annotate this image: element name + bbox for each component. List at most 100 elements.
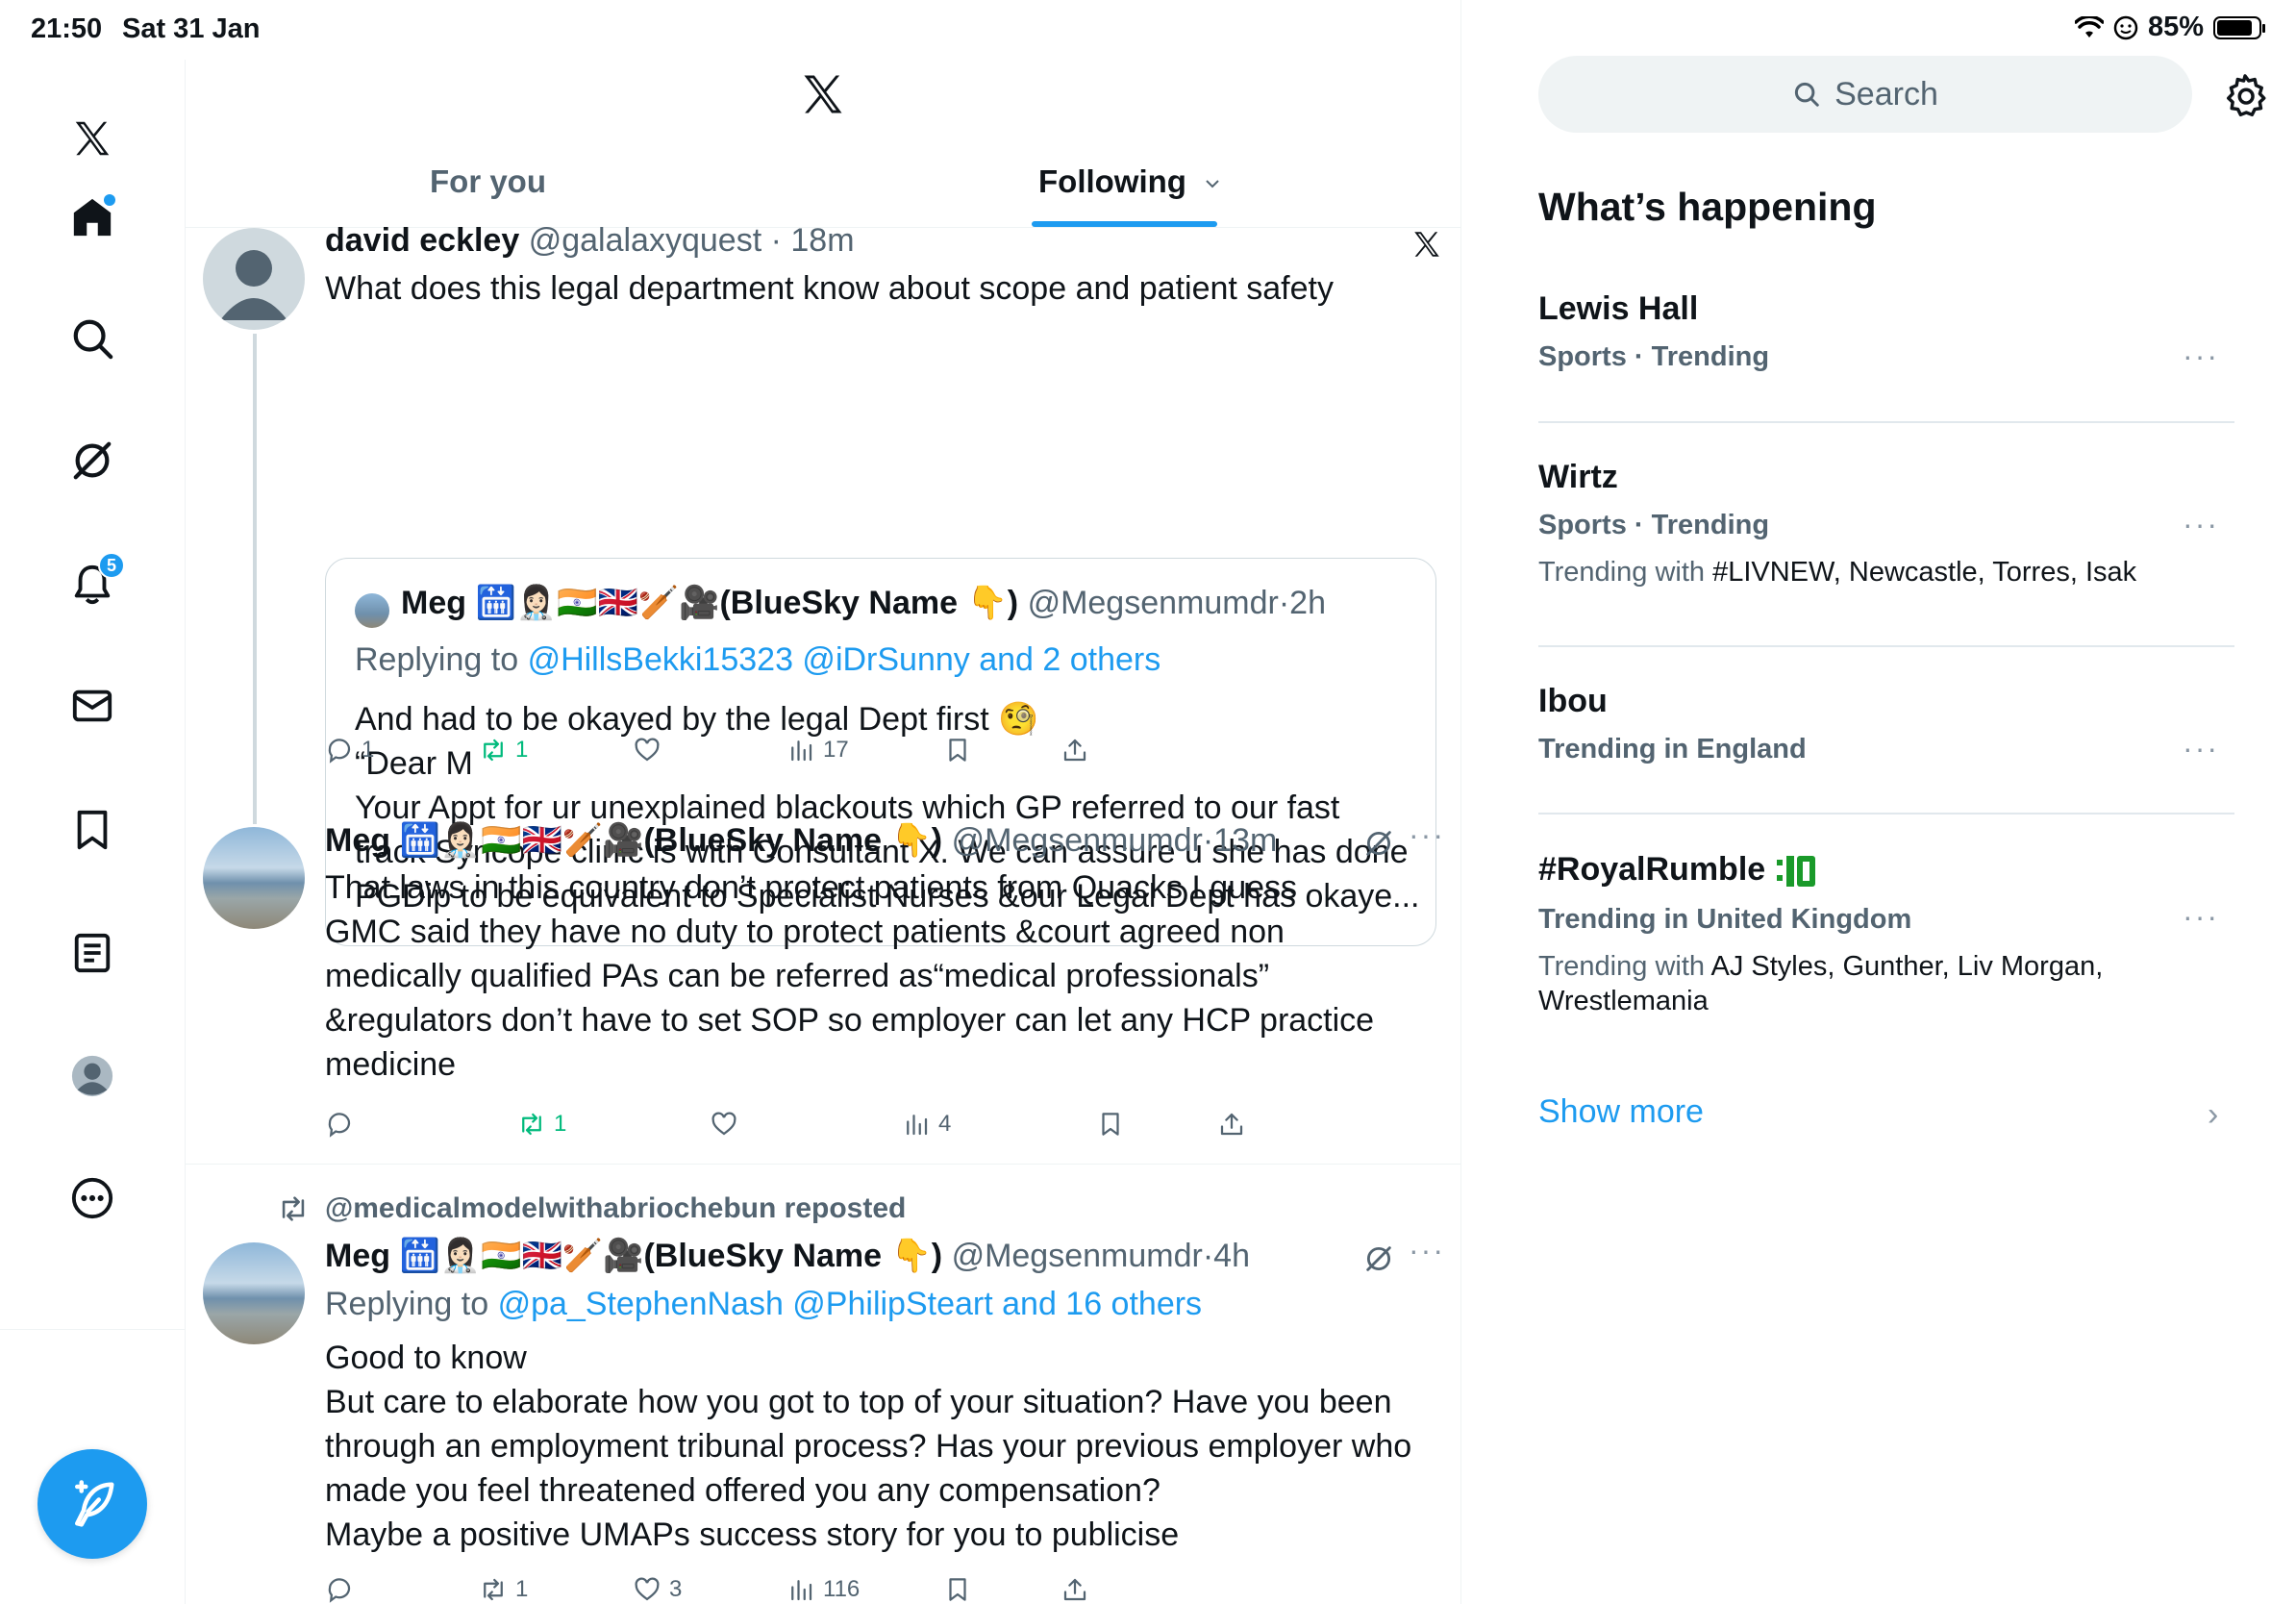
profile-icon[interactable] bbox=[63, 1047, 121, 1105]
like-icon bbox=[635, 738, 660, 762]
whats-happening-title: What’s happening bbox=[1538, 185, 1877, 229]
tab-for-you[interactable]: For you bbox=[430, 163, 546, 200]
replying-handles[interactable]: @HillsBekki15323 @iDrSunny and 2 others bbox=[528, 641, 1161, 678]
share-icon bbox=[1220, 1113, 1243, 1136]
show-more-link[interactable]: Show more bbox=[1538, 1093, 1704, 1131]
bookmark-button[interactable] bbox=[943, 736, 972, 764]
tab-following[interactable]: Following bbox=[1038, 163, 1222, 200]
reply-button[interactable] bbox=[325, 1110, 362, 1139]
trend-with: Trending with #LIVNEW, Newcastle, Torres… bbox=[1538, 555, 2234, 589]
grok-icon[interactable] bbox=[1362, 1242, 1395, 1275]
like-button[interactable]: 3 bbox=[633, 1575, 682, 1604]
views-button[interactable]: 4 bbox=[902, 1110, 951, 1139]
left-nav: 5 bbox=[0, 60, 186, 1604]
bookmark-button[interactable] bbox=[1096, 1110, 1125, 1139]
bookmark-button[interactable] bbox=[943, 1575, 972, 1604]
messages-icon[interactable] bbox=[63, 677, 121, 735]
author-handle[interactable]: @galalaxyquest bbox=[529, 222, 761, 259]
avatar[interactable] bbox=[203, 1242, 305, 1344]
trend-item[interactable]: Ibou Trending in England ··· bbox=[1538, 683, 2234, 765]
lists-icon[interactable] bbox=[63, 924, 121, 982]
grok-icon[interactable] bbox=[63, 432, 121, 489]
author-handle[interactable]: @Megsenmumdr bbox=[952, 822, 1203, 859]
post-actions: 1 1 17 bbox=[325, 736, 1431, 774]
status-time: 21:50 bbox=[31, 13, 103, 44]
tab-active-indicator bbox=[1032, 221, 1217, 227]
author-name[interactable]: Meg 🛗👩🏻‍⚕️🇮🇳🇬🇧🏏🎥(BlueSky Name 👇) bbox=[325, 1238, 942, 1274]
post-time[interactable]: 4h bbox=[1213, 1238, 1250, 1274]
repost-button[interactable]: 1 bbox=[479, 1575, 528, 1604]
trend-item[interactable]: #RoyalRumble Trending in United Kingdom … bbox=[1538, 851, 2234, 1018]
share-button[interactable] bbox=[1217, 1110, 1246, 1139]
reply-icon bbox=[328, 1578, 351, 1603]
replying-handles[interactable]: @pa_StephenNash @PhilipSteart and 16 oth… bbox=[498, 1286, 1203, 1322]
more-options-icon[interactable]: ··· bbox=[2183, 338, 2219, 374]
trend-with: Trending with AJ Styles, Gunther, Liv Mo… bbox=[1538, 949, 2234, 1018]
avatar[interactable] bbox=[203, 228, 305, 330]
post-line: But care to elaborate how you got to top… bbox=[325, 1384, 1392, 1420]
notifications-badge: 5 bbox=[98, 552, 125, 579]
more-options-icon[interactable]: ··· bbox=[2183, 731, 2219, 766]
search-placeholder: Search bbox=[1834, 75, 1938, 113]
repost-count: 1 bbox=[515, 737, 529, 763]
bookmark-icon bbox=[949, 1578, 966, 1601]
home-icon[interactable] bbox=[63, 188, 121, 246]
chevron-down-icon bbox=[1206, 180, 1219, 188]
reposted-by[interactable]: @medicalmodelwithabriochebun reposted bbox=[277, 1192, 906, 1225]
share-button[interactable] bbox=[1061, 1575, 1089, 1604]
reposted-by-label: @medicalmodelwithabriochebun reposted bbox=[325, 1192, 907, 1224]
compose-button[interactable] bbox=[37, 1449, 147, 1559]
search-input[interactable]: Search bbox=[1538, 56, 2192, 133]
author-name[interactable]: Meg 🛗👩🏻‍⚕️🇮🇳🇬🇧🏏🎥(BlueSky Name 👇) bbox=[325, 822, 942, 859]
post-time[interactable]: 18m bbox=[790, 222, 854, 259]
more-options-icon[interactable]: ··· bbox=[2183, 507, 2219, 542]
view-count: 4 bbox=[938, 1111, 952, 1137]
reply-icon bbox=[328, 1113, 351, 1138]
views-button[interactable]: 17 bbox=[786, 736, 849, 764]
more-options-icon[interactable]: ··· bbox=[2183, 899, 2219, 935]
bookmark-icon bbox=[949, 739, 966, 762]
more-options-icon[interactable]: ··· bbox=[1409, 1233, 1445, 1268]
repost-button[interactable]: 1 bbox=[517, 1110, 566, 1139]
post-text: Good to know But care to elaborate how y… bbox=[325, 1336, 1431, 1557]
trend-item[interactable]: Wirtz Sports · Trending Trending with #L… bbox=[1538, 459, 2234, 589]
reply-icon bbox=[328, 739, 351, 764]
x-logo-icon[interactable] bbox=[798, 69, 848, 119]
replying-label: Replying to bbox=[355, 641, 519, 678]
more-options-icon[interactable]: ··· bbox=[1409, 817, 1445, 853]
reply-count: 1 bbox=[362, 737, 375, 763]
trend-meta: Trending in United Kingdom bbox=[1538, 904, 1912, 936]
share-button[interactable] bbox=[1061, 736, 1089, 764]
trend-title: #RoyalRumble bbox=[1538, 851, 1766, 888]
post-time[interactable]: 13m bbox=[1213, 822, 1277, 859]
trend-title: Wirtz bbox=[1538, 459, 1618, 495]
reply-button[interactable]: 1 bbox=[325, 736, 374, 764]
search-icon[interactable] bbox=[63, 310, 121, 367]
quote-replying-to: Replying to @HillsBekki15323 @iDrSunny a… bbox=[355, 641, 1160, 679]
gear-icon[interactable] bbox=[2223, 73, 2267, 117]
repost-button[interactable]: 1 bbox=[479, 736, 528, 764]
more-icon[interactable] bbox=[63, 1169, 121, 1227]
notifications-icon[interactable]: 5 bbox=[63, 552, 125, 614]
bookmarks-icon[interactable] bbox=[63, 801, 121, 859]
timeline: For you Following david eckley @galalaxy… bbox=[186, 0, 1461, 1604]
quote-author-handle: @Megsenmumdr bbox=[1027, 585, 1279, 621]
trend-with-label: Trending with bbox=[1538, 557, 1706, 588]
author-name[interactable]: david eckley bbox=[325, 222, 519, 259]
post-line: made you feel threatened offered you any… bbox=[325, 1472, 1160, 1509]
post-header: Meg 🛗👩🏻‍⚕️🇮🇳🇬🇧🏏🎥(BlueSky Name 👇) @Megsen… bbox=[325, 1238, 1250, 1274]
like-button[interactable] bbox=[710, 1110, 746, 1139]
trend-item[interactable]: Lewis Hall Sports · Trending ··· bbox=[1538, 290, 2234, 373]
post-line: medically qualified PAs can be referred … bbox=[325, 958, 1270, 994]
repost-icon bbox=[282, 1196, 305, 1221]
x-logo-icon[interactable] bbox=[63, 110, 121, 167]
author-handle[interactable]: @Megsenmumdr bbox=[952, 1238, 1203, 1274]
reply-button[interactable] bbox=[325, 1575, 362, 1604]
grok-icon[interactable] bbox=[1362, 827, 1395, 860]
like-button[interactable] bbox=[633, 736, 669, 764]
views-button[interactable]: 116 bbox=[786, 1575, 860, 1604]
replying-label: Replying to bbox=[325, 1286, 489, 1322]
avatar[interactable] bbox=[203, 827, 305, 929]
trend-meta: Trending in England bbox=[1538, 734, 1807, 764]
post-divider bbox=[186, 1164, 1461, 1165]
